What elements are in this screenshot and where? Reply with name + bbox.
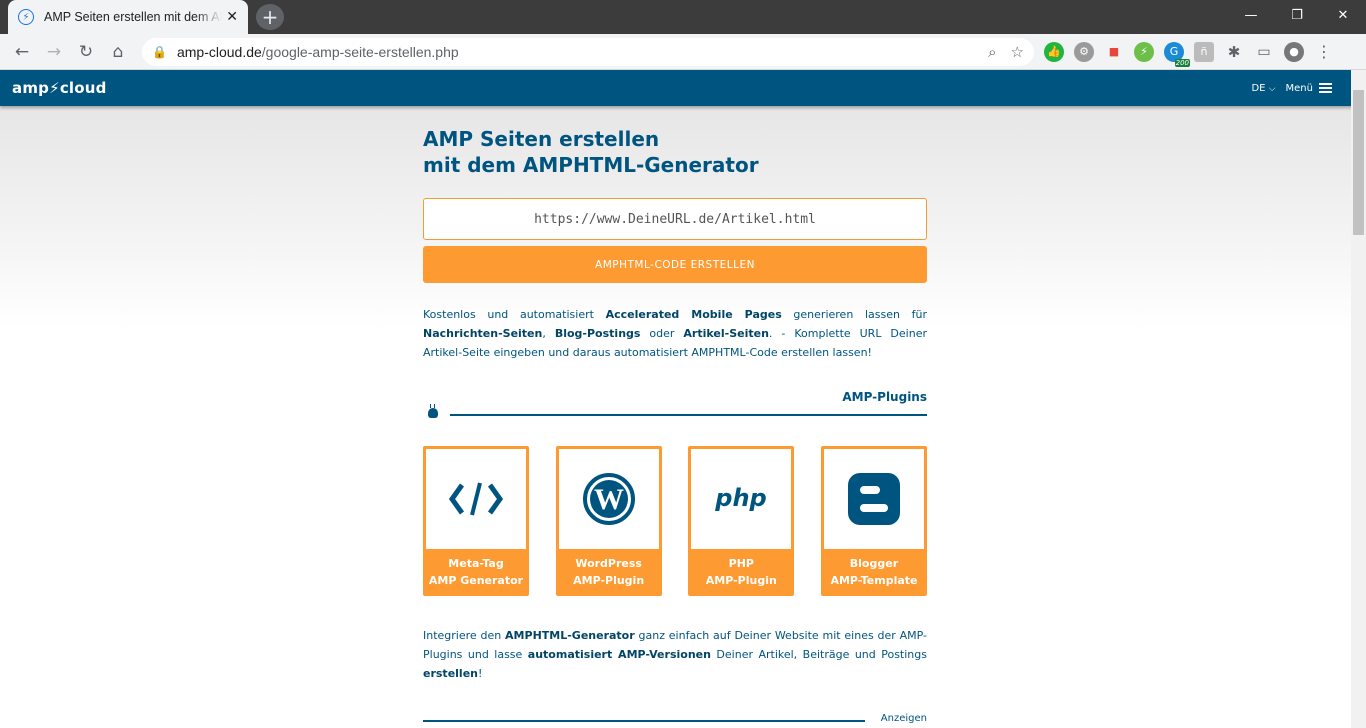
close-window-icon[interactable]: ✕ (1320, 0, 1366, 30)
svg-text:php: php (715, 484, 767, 512)
wordpress-icon: W (558, 449, 659, 549)
minimize-icon[interactable]: — (1228, 0, 1274, 30)
forward-icon[interactable]: → (38, 36, 70, 68)
main-content: AMP Seiten erstellen mit dem AMPHTML-Gen… (423, 70, 927, 727)
plugin-cards: Meta-Tag AMP Generator W WordPress AMP-Plu… (423, 446, 927, 596)
kebab-menu-icon[interactable]: ⋮ (1314, 42, 1334, 62)
scrollbar-thumb[interactable] (1353, 90, 1364, 235)
intro-paragraph: Kostenlos und automatisiert Accelerated … (423, 308, 927, 359)
page-viewport: amp⚡cloud DE ⌵ Menü AMP Seiten erstellen… (0, 70, 1366, 728)
plugin-card-php[interactable]: php PHP AMP-Plugin (688, 446, 795, 596)
cast-icon[interactable]: ▭ (1254, 42, 1274, 62)
ads-section-header: Anzeigen (423, 713, 927, 727)
address-bar[interactable]: 🔒 amp-cloud.de/google-amp-seite-erstelle… (142, 37, 1034, 66)
back-icon[interactable]: ← (6, 36, 38, 68)
puzzle-extensions-icon[interactable]: ✱ (1224, 42, 1244, 62)
plug-icon (428, 404, 438, 418)
create-amphtml-button[interactable]: AMPHTML-CODE ERSTELLEN (423, 246, 927, 283)
plugins-section-label: AMP-Plugins (842, 390, 927, 404)
page-title: AMP Seiten erstellen mit dem AMPHTML-Gen… (423, 127, 759, 177)
plugin-card-meta-tag[interactable]: Meta-Tag AMP Generator (423, 446, 529, 596)
browser-toolbar: ← → ↻ ⌂ 🔒 amp-cloud.de/google-amp-seite-… (0, 34, 1366, 70)
restore-icon[interactable]: ❐ (1274, 0, 1320, 30)
window-controls: — ❐ ✕ (1228, 0, 1366, 30)
divider (450, 414, 927, 416)
home-icon[interactable]: ⌂ (102, 36, 134, 68)
divider (423, 720, 865, 722)
lock-icon[interactable]: 🔒 (152, 45, 167, 59)
reload-icon[interactable]: ↻ (70, 36, 102, 68)
chevron-down-icon: ⌵ (1268, 83, 1276, 94)
url-text: amp-cloud.de/google-amp-seite-erstellen.… (176, 43, 459, 60)
rank-extension-icon[interactable]: ñ (1194, 41, 1214, 62)
blogger-icon (823, 449, 924, 549)
svg-text:W: W (594, 483, 624, 516)
integration-paragraph: Integriere den AMPHTML-Generator ganz ei… (423, 629, 927, 680)
plugin-card-blogger[interactable]: Blogger AMP-Template (820, 446, 927, 596)
plugin-card-wordpress[interactable]: W WordPress AMP-Plugin (555, 446, 662, 596)
lock-extension-icon[interactable]: ■ (1104, 42, 1124, 62)
language-selector[interactable]: DE ⌵ (1251, 83, 1275, 94)
amp-favicon-icon: ⚡ (18, 9, 34, 25)
plugins-section-header: AMP-Plugins (423, 390, 927, 420)
close-tab-icon[interactable]: ✕ (226, 9, 238, 25)
zoom-icon[interactable]: ⌕ (988, 43, 996, 61)
new-tab-button[interactable]: + (256, 4, 284, 30)
ads-label: Anzeigen (880, 713, 927, 724)
code-icon (426, 449, 526, 549)
url-input[interactable]: https://www.DeineURL.de/Artikel.html (423, 198, 927, 240)
browser-tab[interactable]: ⚡ AMP Seiten erstellen mit dem AMPHTML-G… (8, 0, 248, 34)
php-icon: php (691, 449, 792, 549)
seo-extension-icon[interactable]: G 200 (1164, 41, 1190, 67)
bolt-extension-icon[interactable]: ⚡ (1134, 41, 1154, 62)
menu-button[interactable]: Menü (1286, 82, 1332, 94)
profile-avatar[interactable]: ● (1284, 41, 1304, 62)
page-scrollbar[interactable] (1351, 70, 1366, 728)
tab-title: AMP Seiten erstellen mit dem AMPHTML-Gen… (44, 10, 222, 24)
browser-tab-strip: ⚡ AMP Seiten erstellen mit dem AMPHTML-G… (0, 0, 1366, 34)
bookmark-star-icon[interactable]: ☆ (1011, 43, 1024, 61)
extensions-area: 👍 ⚙ ■ ⚡ G 200 ñ ✱ ▭ ● ⋮ (1044, 41, 1334, 67)
site-logo[interactable]: amp⚡cloud (12, 79, 107, 97)
gear-extension-icon[interactable]: ⚙ (1074, 41, 1094, 62)
thumbs-up-extension-icon[interactable]: 👍 (1044, 41, 1064, 62)
hamburger-icon (1319, 82, 1332, 93)
